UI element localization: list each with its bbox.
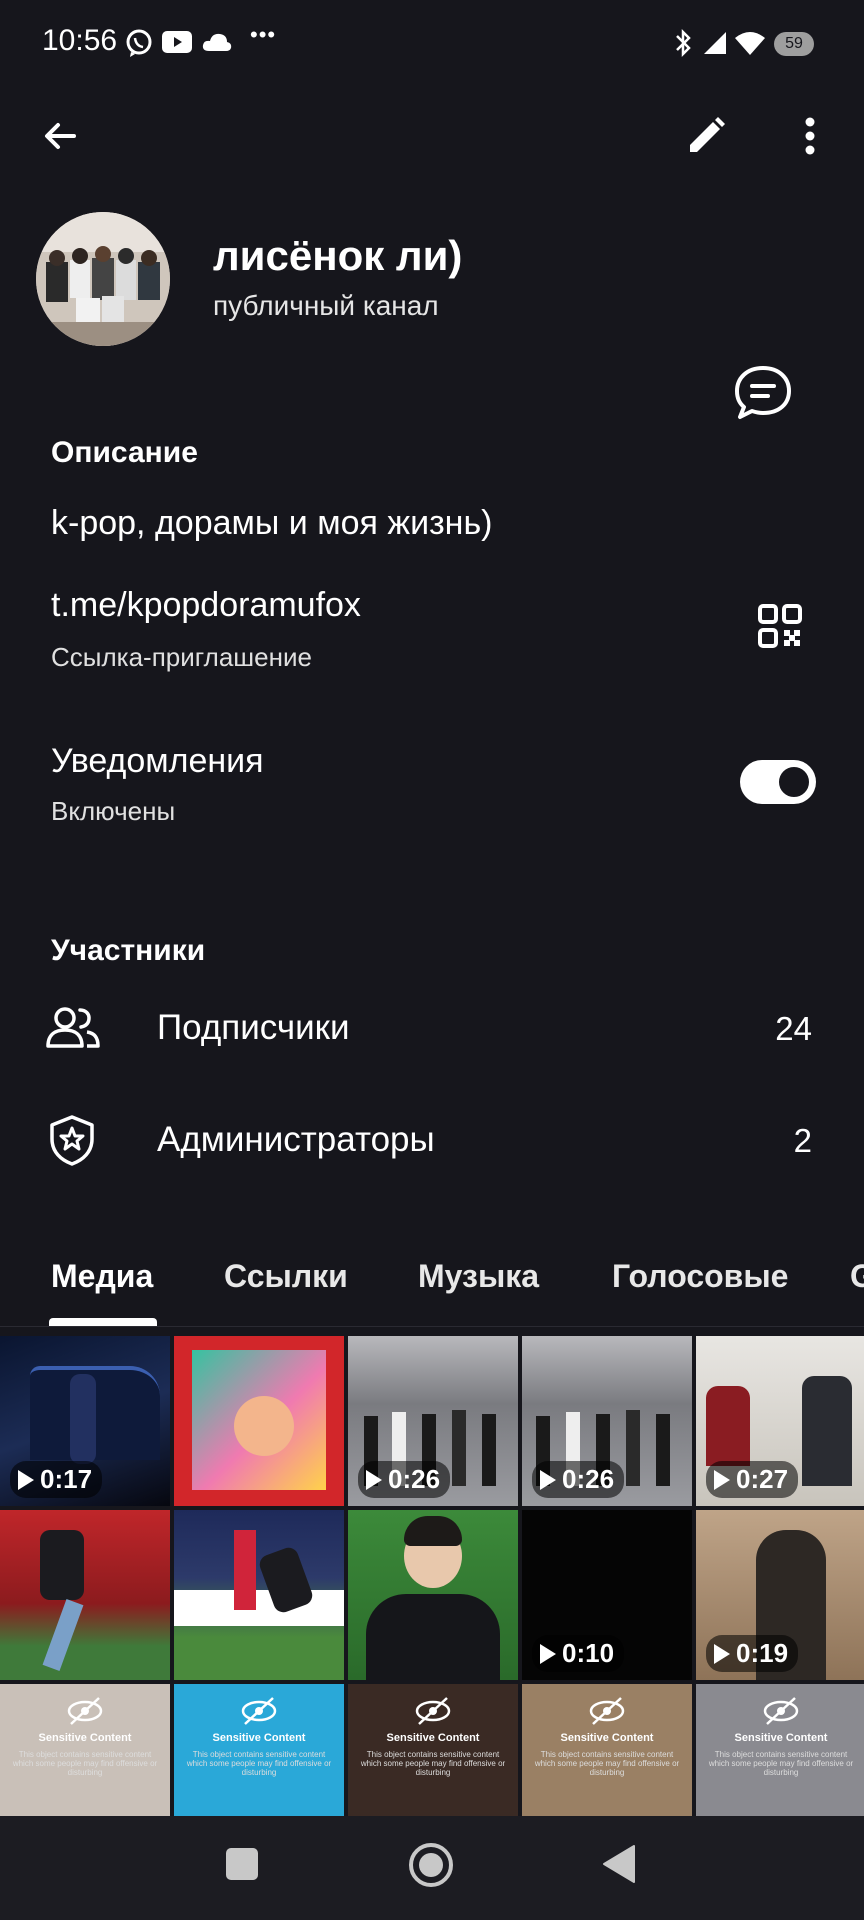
media-grid: 0:17 0:26 0:26 0:27 0:10 0:19 Sensitive … — [0, 1336, 864, 1816]
back-button[interactable] — [30, 106, 90, 166]
sensitive-text: This object contains sensitive content w… — [186, 1750, 332, 1777]
arrow-left-icon — [45, 123, 76, 149]
tab-music[interactable]: Музыка — [418, 1258, 539, 1295]
pencil-icon — [690, 117, 725, 152]
media-item-sensitive[interactable]: Sensitive Content This object contains s… — [522, 1684, 692, 1816]
youtube-icon — [162, 31, 192, 53]
sensitive-text: This object contains sensitive content w… — [360, 1750, 506, 1777]
home-button[interactable] — [408, 1842, 454, 1888]
qr-code-button[interactable] — [758, 604, 808, 654]
invite-link-url[interactable]: t.me/kpopdoramufox — [51, 586, 361, 625]
media-item[interactable] — [174, 1336, 344, 1506]
media-item-sensitive[interactable]: Sensitive Content This object contains s… — [0, 1684, 170, 1816]
tab-voice[interactable]: Голосовые — [612, 1258, 788, 1295]
sensitive-text: This object contains sensitive content w… — [12, 1750, 158, 1777]
media-item[interactable] — [174, 1510, 344, 1680]
notifications-state: Включены — [51, 796, 176, 826]
media-item[interactable]: 0:17 — [0, 1336, 170, 1506]
more-vertical-icon — [805, 117, 815, 155]
video-duration-badge: 0:26 — [358, 1461, 451, 1498]
administrators-label: Администраторы — [157, 1120, 435, 1159]
recent-apps-button[interactable] — [226, 1848, 258, 1880]
channel-name: лисёнок ли) — [213, 232, 463, 279]
avatar-image — [36, 212, 170, 346]
tab-gif[interactable]: G — [850, 1258, 864, 1295]
members-title: Участники — [51, 934, 206, 967]
viber-icon — [126, 29, 152, 57]
video-duration-badge: 0:26 — [532, 1461, 625, 1498]
sensitive-text: This object contains sensitive content w… — [708, 1750, 854, 1777]
battery-indicator: 59 — [774, 32, 814, 56]
sensitive-title: Sensitive Content — [734, 1732, 828, 1744]
media-item[interactable]: 0:27 — [696, 1336, 864, 1506]
subscribers-count: 24 — [775, 1010, 812, 1047]
back-nav-button[interactable] — [602, 1844, 636, 1884]
tab-active-indicator — [49, 1318, 157, 1326]
tab-links[interactable]: Ссылки — [224, 1258, 348, 1295]
signal-icon — [704, 32, 726, 54]
description-title: Описание — [51, 436, 198, 469]
notifications-toggle[interactable] — [740, 760, 816, 804]
wifi-icon — [735, 32, 765, 55]
bluetooth-icon — [676, 28, 691, 58]
notifications-title: Уведомления — [51, 742, 264, 780]
system-navigation-bar — [0, 1816, 864, 1920]
media-item-sensitive[interactable]: Sensitive Content This object contains s… — [696, 1684, 864, 1816]
tab-media[interactable]: Медиа — [51, 1258, 153, 1295]
invite-link-label: Ссылка-приглашение — [51, 642, 312, 672]
media-item[interactable]: 0:10 — [522, 1510, 692, 1680]
sensitive-title: Sensitive Content — [38, 1732, 132, 1744]
video-duration-badge: 0:10 — [532, 1635, 625, 1672]
users-icon — [46, 1007, 100, 1048]
description-text: k-pop, дорамы и моя жизнь) — [51, 504, 493, 542]
media-item-sensitive[interactable]: Sensitive Content This object contains s… — [348, 1684, 518, 1816]
chat-bubble-icon — [735, 366, 791, 419]
video-duration-badge: 0:17 — [10, 1461, 103, 1498]
media-item[interactable] — [348, 1510, 518, 1680]
media-item[interactable] — [0, 1510, 170, 1680]
shield-star-icon — [50, 1115, 94, 1166]
eye-off-icon — [415, 1697, 451, 1725]
eye-off-icon — [67, 1697, 103, 1725]
eye-off-icon — [589, 1697, 625, 1725]
eye-off-icon — [763, 1697, 799, 1725]
more-notifications-icon: ••• — [250, 22, 277, 47]
cloud-icon — [202, 33, 232, 51]
media-item[interactable]: 0:26 — [348, 1336, 518, 1506]
video-duration-badge: 0:27 — [706, 1461, 799, 1498]
media-item[interactable]: 0:26 — [522, 1336, 692, 1506]
more-options-button[interactable] — [780, 106, 840, 166]
video-duration-badge: 0:19 — [706, 1635, 799, 1672]
channel-type: публичный канал — [213, 290, 439, 321]
subscribers-row[interactable] — [0, 974, 864, 1084]
media-item[interactable]: 0:19 — [696, 1510, 864, 1680]
sensitive-title: Sensitive Content — [560, 1732, 654, 1744]
administrators-count: 2 — [793, 1122, 812, 1159]
qr-code-icon — [758, 604, 802, 648]
channel-avatar[interactable] — [36, 212, 170, 346]
sensitive-title: Sensitive Content — [386, 1732, 480, 1744]
status-time: 10:56 — [42, 24, 118, 57]
subscribers-label: Подписчики — [157, 1008, 350, 1047]
sensitive-text: This object contains sensitive content w… — [534, 1750, 680, 1777]
edit-button[interactable] — [676, 106, 736, 166]
discussion-button[interactable] — [732, 362, 794, 424]
toggle-knob — [776, 764, 812, 800]
media-item-sensitive[interactable]: Sensitive Content This object contains s… — [174, 1684, 344, 1816]
tab-divider — [0, 1326, 864, 1327]
eye-off-icon — [241, 1697, 277, 1725]
sensitive-title: Sensitive Content — [212, 1732, 306, 1744]
status-bar: 10:56 ••• 59 — [0, 0, 864, 86]
